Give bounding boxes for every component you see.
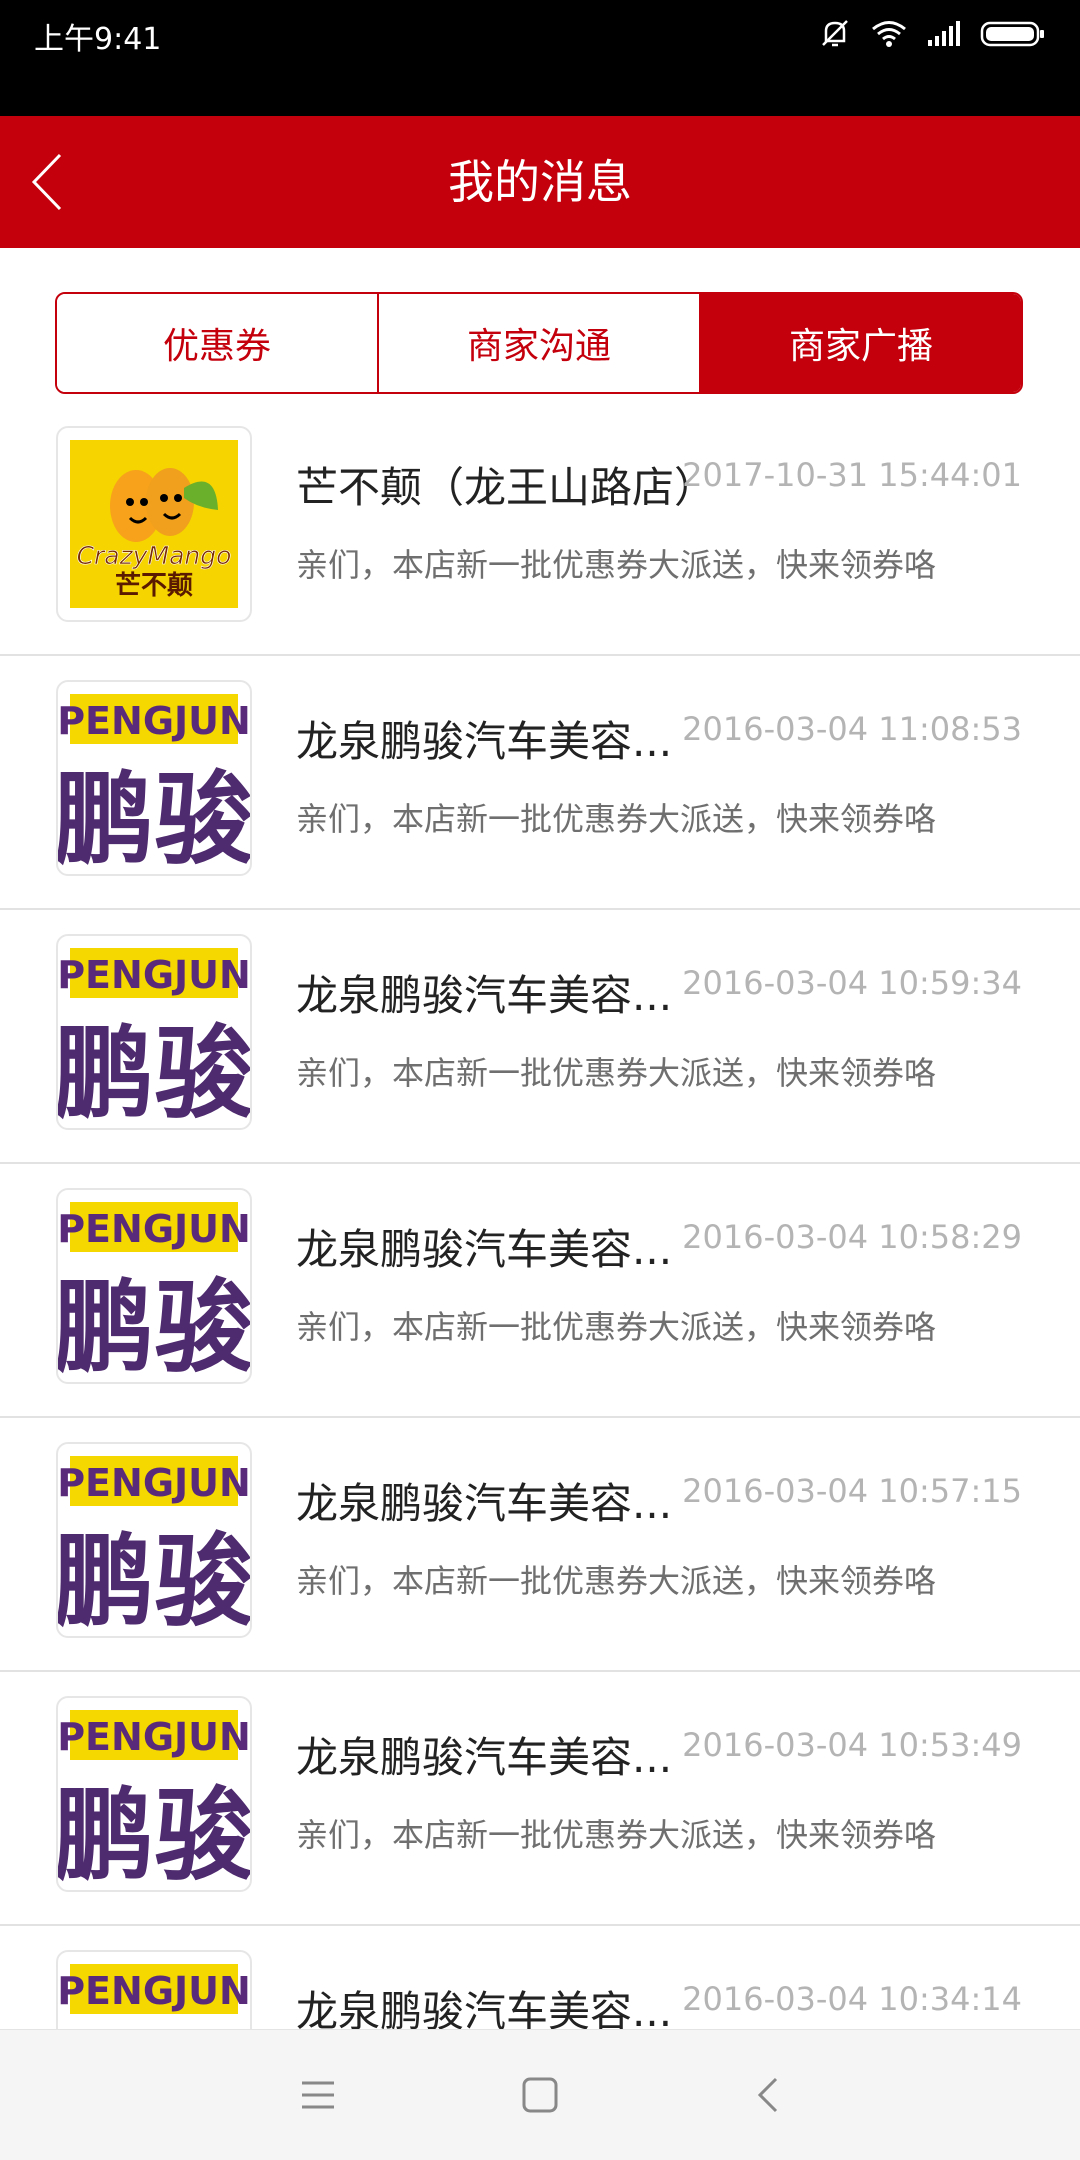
- tab-merchant-broadcast[interactable]: 商家广播: [699, 294, 1021, 392]
- merchant-name: 龙泉鹏骏汽车美容...: [296, 971, 673, 1020]
- merchant-logo: PENGJUN 鹏骏: [56, 1188, 252, 1384]
- message-text: 亲们，本店新一批优惠券大派送，快来领券咯: [296, 546, 937, 584]
- message-time: 2016-03-04 10:57:15: [682, 1472, 1022, 1510]
- message-text: 亲们，本店新一批优惠券大派送，快来领券咯: [296, 800, 937, 838]
- merchant-logo: PENGJUN 鹏骏: [56, 1696, 252, 1892]
- merchant-name: 龙泉鹏骏汽车美容...: [296, 1479, 673, 1528]
- message-time: 2016-03-04 10:53:49: [682, 1726, 1022, 1764]
- svg-text:PENGJUN: PENGJUN: [58, 1207, 250, 1251]
- list-item[interactable]: CrazyMango 芒不颠 芒不颠（龙王山路店） 2017-10-31 15:…: [0, 402, 1080, 656]
- message-text: 亲们，本店新一批优惠券大派送，快来领券咯: [296, 1054, 937, 1092]
- wifi-icon: [872, 21, 906, 47]
- status-bar: 上午9:41: [0, 0, 1080, 116]
- menu-icon[interactable]: [288, 2065, 348, 2125]
- list-item[interactable]: PENGJUN 鹏骏 龙泉鹏骏汽车美容... 2016-03-04 10:57:…: [0, 1418, 1080, 1672]
- svg-text:PENGJUN: PENGJUN: [58, 1715, 250, 1759]
- list-item[interactable]: PENGJUN 鹏骏 龙泉鹏骏汽车美容... 2016-03-04 11:08:…: [0, 656, 1080, 910]
- tab-merchant-chat[interactable]: 商家沟通: [377, 294, 699, 392]
- battery-icon: [980, 21, 1044, 47]
- merchant-logo: CrazyMango 芒不颠: [56, 426, 252, 622]
- svg-text:PENGJUN: PENGJUN: [58, 699, 250, 743]
- message-time: 2017-10-31 15:44:01: [682, 456, 1022, 494]
- svg-text:鹏骏: 鹏骏: [58, 1269, 250, 1382]
- message-text: 亲们，本店新一批优惠券大派送，快来领券咯: [296, 1562, 937, 1600]
- pengjun-logo: PENGJUN 鹏骏: [58, 1710, 250, 1890]
- svg-text:PENGJUN: PENGJUN: [58, 953, 250, 997]
- status-time: 上午9:41: [34, 22, 162, 57]
- merchant-logo: PENGJUN 鹏骏: [56, 1442, 252, 1638]
- svg-text:鹏骏: 鹏骏: [58, 1015, 250, 1128]
- merchant-logo: PENGJUN 鹏骏: [56, 680, 252, 876]
- svg-text:鹏骏: 鹏骏: [58, 761, 250, 874]
- merchant-name: 芒不颠（龙王山路店）: [296, 463, 716, 512]
- mute-icon: [822, 20, 848, 47]
- merchant-logo: PENGJUN 鹏骏: [56, 1950, 252, 2030]
- message-text: 亲们，本店新一批优惠券大派送，快来领券咯: [296, 1816, 937, 1854]
- message-tabs: 优惠券 商家沟通 商家广播: [55, 292, 1023, 394]
- pengjun-logo: PENGJUN 鹏骏: [58, 948, 250, 1128]
- tab-coupons[interactable]: 优惠券: [57, 294, 377, 392]
- home-icon[interactable]: [510, 2065, 570, 2125]
- signal-icon: [928, 21, 960, 46]
- message-time: 2016-03-04 10:59:34: [682, 964, 1022, 1002]
- page-title: 我的消息: [448, 155, 632, 209]
- pengjun-logo: PENGJUN 鹏骏: [58, 694, 250, 874]
- svg-text:鹏骏: 鹏骏: [58, 1777, 250, 1890]
- crazymango-logo: CrazyMango 芒不颠: [70, 440, 238, 608]
- list-item[interactable]: PENGJUN 鹏骏 龙泉鹏骏汽车美容... 2016-03-04 10:58:…: [0, 1164, 1080, 1418]
- message-time: 2016-03-04 10:34:14: [682, 1980, 1022, 2018]
- merchant-name: 龙泉鹏骏汽车美容...: [296, 1987, 673, 2030]
- message-list: CrazyMango 芒不颠 芒不颠（龙王山路店） 2017-10-31 15:…: [0, 402, 1080, 2030]
- list-item[interactable]: PENGJUN 鹏骏 龙泉鹏骏汽车美容... 2016-03-04 10:59:…: [0, 910, 1080, 1164]
- status-icons: [818, 14, 1046, 54]
- message-time: 2016-03-04 10:58:29: [682, 1218, 1022, 1256]
- pengjun-logo: PENGJUN 鹏骏: [58, 1456, 250, 1636]
- merchant-name: 龙泉鹏骏汽车美容...: [296, 1225, 673, 1274]
- merchant-name: 龙泉鹏骏汽车美容...: [296, 1733, 673, 1782]
- svg-text:PENGJUN: PENGJUN: [58, 1969, 250, 2013]
- message-text: 亲们，本店新一批优惠券大派送，快来领券咯: [296, 1308, 937, 1346]
- merchant-name: 龙泉鹏骏汽车美容...: [296, 717, 673, 766]
- list-item[interactable]: PENGJUN 鹏骏 龙泉鹏骏汽车美容... 2016-03-04 10:53:…: [0, 1672, 1080, 1926]
- back-icon[interactable]: [738, 2065, 798, 2125]
- merchant-logo: PENGJUN 鹏骏: [56, 934, 252, 1130]
- svg-text:鹏骏: 鹏骏: [58, 1523, 250, 1636]
- svg-text:芒不颠: 芒不颠: [115, 571, 193, 601]
- list-item[interactable]: PENGJUN 鹏骏 龙泉鹏骏汽车美容... 2016-03-04 10:34:…: [0, 1926, 1080, 2030]
- app-header: 我的消息: [0, 116, 1080, 248]
- svg-text:CrazyMango: CrazyMango: [77, 541, 232, 570]
- pengjun-logo: PENGJUN 鹏骏: [58, 1202, 250, 1382]
- system-nav-bar: [0, 2029, 1080, 2160]
- svg-text:PENGJUN: PENGJUN: [58, 1461, 250, 1505]
- pengjun-logo: PENGJUN 鹏骏: [58, 1964, 250, 2014]
- message-time: 2016-03-04 11:08:53: [682, 710, 1022, 748]
